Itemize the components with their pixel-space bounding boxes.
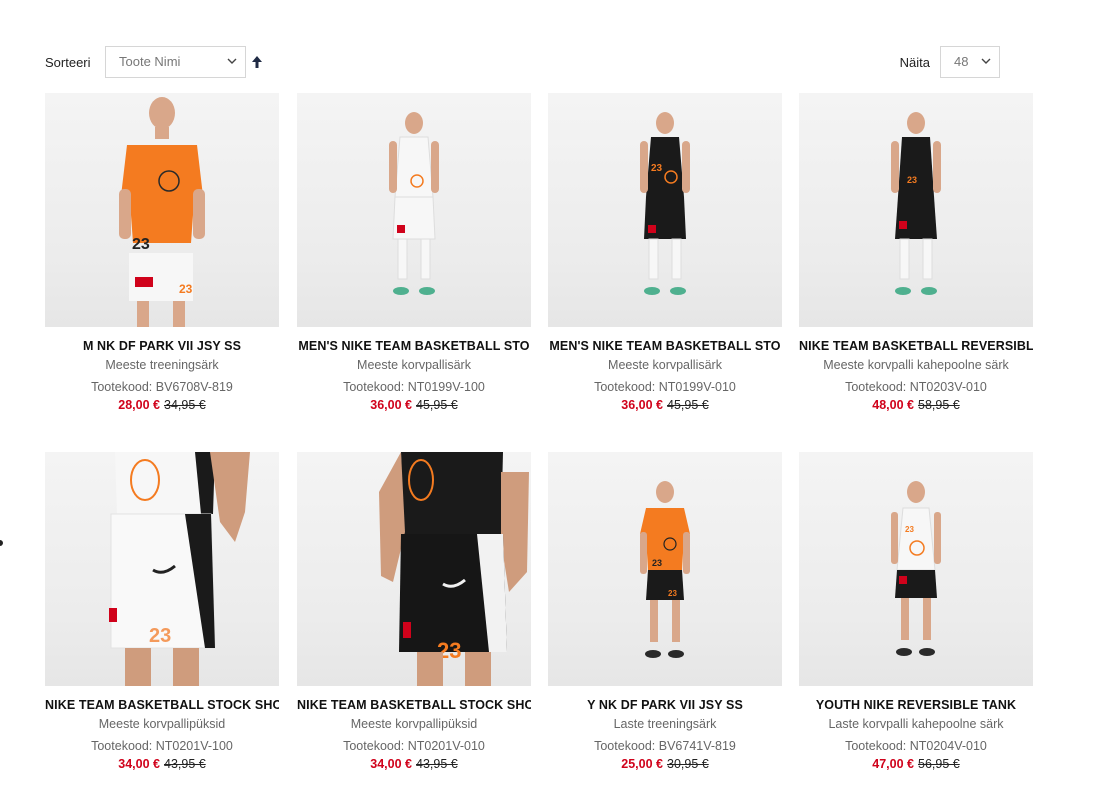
svg-text:23: 23 (179, 282, 193, 296)
price-row: 36,00 € 45,95 € (297, 397, 531, 413)
product-code: Tootekood: NT0204V-010 (845, 739, 987, 753)
product-card[interactable]: 23 NIKE TEAM BASKETBALL REVERSIBL Meeste… (799, 93, 1033, 413)
old-price: 45,95 € (416, 398, 458, 412)
product-image[interactable]: 23 (799, 452, 1033, 686)
product-subtitle: Laste treeningsärk (613, 717, 717, 731)
product-subtitle: Meeste korvpallipüksid (98, 717, 226, 731)
product-name[interactable]: YOUTH NIKE REVERSIBLE TANK (799, 697, 1033, 714)
product-image[interactable]: 23 (548, 93, 782, 327)
youth-orange-jersey-photo: 23 23 (640, 481, 690, 658)
product-code: Tootekood: BV6708V-819 (91, 380, 233, 394)
old-price: 30,95 € (667, 757, 709, 771)
adult-white-basketball-kit-photo (389, 112, 439, 295)
sale-price: 34,00 € (118, 757, 160, 771)
price-row: 47,00 € 56,95 € (799, 756, 1033, 772)
product-code: Tootekood: NT0199V-100 (343, 380, 485, 394)
product-subtitle: Meeste korvpalli kahepoolne särk (823, 358, 1009, 372)
chevron-down-icon (227, 58, 237, 64)
product-card[interactable]: 23 NIKE TEAM BASKETBALL STOCK SHO Meeste… (297, 452, 531, 772)
product-image[interactable] (297, 93, 531, 327)
svg-text:23: 23 (132, 236, 150, 253)
old-price: 58,95 € (918, 398, 960, 412)
product-image[interactable]: 23 (799, 93, 1033, 327)
product-subtitle: Meeste korvpallisärk (357, 358, 471, 372)
product-card[interactable]: MEN'S NIKE TEAM BASKETBALL STO Meeste ko… (297, 93, 531, 413)
old-price: 34,95 € (164, 398, 206, 412)
product-card[interactable]: 23 23 Y NK DF PARK VII JSY SS Laste tree… (548, 452, 782, 772)
product-listing-page: Sorteeri Toote Nimi Näita 48 23 23 M NK … (0, 0, 1100, 796)
product-code: Tootekood: NT0201V-100 (91, 739, 233, 753)
product-image[interactable]: 23 23 (548, 452, 782, 686)
sale-price: 36,00 € (370, 398, 412, 412)
sale-price: 36,00 € (621, 398, 663, 412)
product-code: Tootekood: BV6741V-819 (594, 739, 736, 753)
product-name[interactable]: M NK DF PARK VII JSY SS (45, 338, 279, 355)
sort-select-value: Toote Nimi (119, 54, 181, 69)
sale-price: 48,00 € (872, 398, 914, 412)
price-row: 28,00 € 34,95 € (45, 397, 279, 413)
chevron-down-icon (981, 58, 991, 64)
sort-label: Sorteeri (45, 55, 91, 70)
price-row: 34,00 € 43,95 € (45, 756, 279, 772)
price-row: 25,00 € 30,95 € (548, 756, 782, 772)
product-subtitle: Meeste treeningsärk (105, 358, 219, 372)
black-shorts-closeup-photo: 23 (379, 452, 529, 686)
youth-white-tank-photo: 23 (891, 481, 941, 656)
adult-reversible-black-tank-photo: 23 (891, 112, 941, 295)
svg-text:23: 23 (668, 589, 677, 598)
product-image[interactable]: 23 (297, 452, 531, 686)
product-subtitle: Meeste korvpallipüksid (350, 717, 478, 731)
old-price: 43,95 € (416, 757, 458, 771)
svg-text:23: 23 (651, 163, 663, 174)
price-row: 48,00 € 58,95 € (799, 397, 1033, 413)
product-code: Tootekood: NT0203V-010 (845, 380, 987, 394)
old-price: 45,95 € (667, 398, 709, 412)
listing-toolbar: Sorteeri Toote Nimi Näita 48 (45, 46, 1015, 80)
product-name[interactable]: NIKE TEAM BASKETBALL STOCK SHO (45, 697, 279, 714)
product-name[interactable]: NIKE TEAM BASKETBALL STOCK SHO (297, 697, 531, 714)
price-row: 34,00 € 43,95 € (297, 756, 531, 772)
product-card[interactable]: 23 MEN'S NIKE TEAM BASKETBALL STO Meeste… (548, 93, 782, 413)
adult-orange-jersey-photo: 23 23 (119, 97, 205, 327)
svg-text:23: 23 (652, 558, 662, 568)
sale-price: 47,00 € (872, 757, 914, 771)
product-card[interactable]: 23 23 M NK DF PARK VII JSY SS Meeste tre… (45, 93, 279, 413)
sale-price: 34,00 € (370, 757, 412, 771)
product-code: Tootekood: NT0199V-010 (594, 380, 736, 394)
product-subtitle: Meeste korvpallisärk (608, 358, 722, 372)
sale-price: 28,00 € (118, 398, 160, 412)
old-price: 56,95 € (918, 757, 960, 771)
product-card[interactable]: 23 YOUTH NIKE REVERSIBLE TANK Laste korv… (799, 452, 1033, 772)
arrow-up-icon[interactable] (251, 55, 263, 69)
old-price: 43,95 € (164, 757, 206, 771)
product-name[interactable]: Y NK DF PARK VII JSY SS (548, 697, 782, 714)
white-shorts-closeup-photo: 23 (109, 452, 250, 686)
product-image[interactable]: 23 23 (45, 93, 279, 327)
product-subtitle: Laste korvpalli kahepoolne särk (828, 717, 1004, 731)
product-name[interactable]: MEN'S NIKE TEAM BASKETBALL STO (297, 338, 531, 355)
sort-select[interactable]: Toote Nimi (105, 46, 246, 78)
price-row: 36,00 € 45,95 € (548, 397, 782, 413)
svg-text:23: 23 (905, 525, 914, 534)
per-page-select[interactable]: 48 (940, 46, 1000, 78)
svg-text:23: 23 (907, 175, 917, 185)
product-image[interactable]: 23 (45, 452, 279, 686)
sale-price: 25,00 € (621, 757, 663, 771)
adult-black-basketball-kit-photo: 23 (640, 112, 690, 295)
svg-text:23: 23 (149, 625, 171, 647)
edge-marker (0, 540, 3, 546)
per-page-value: 48 (954, 54, 969, 69)
show-label: Näita (899, 55, 930, 70)
product-card[interactable]: 23 NIKE TEAM BASKETBALL STOCK SHO Meeste… (45, 452, 279, 772)
product-name[interactable]: NIKE TEAM BASKETBALL REVERSIBL (799, 338, 1033, 355)
product-name[interactable]: MEN'S NIKE TEAM BASKETBALL STO (548, 338, 782, 355)
product-code: Tootekood: NT0201V-010 (343, 739, 485, 753)
